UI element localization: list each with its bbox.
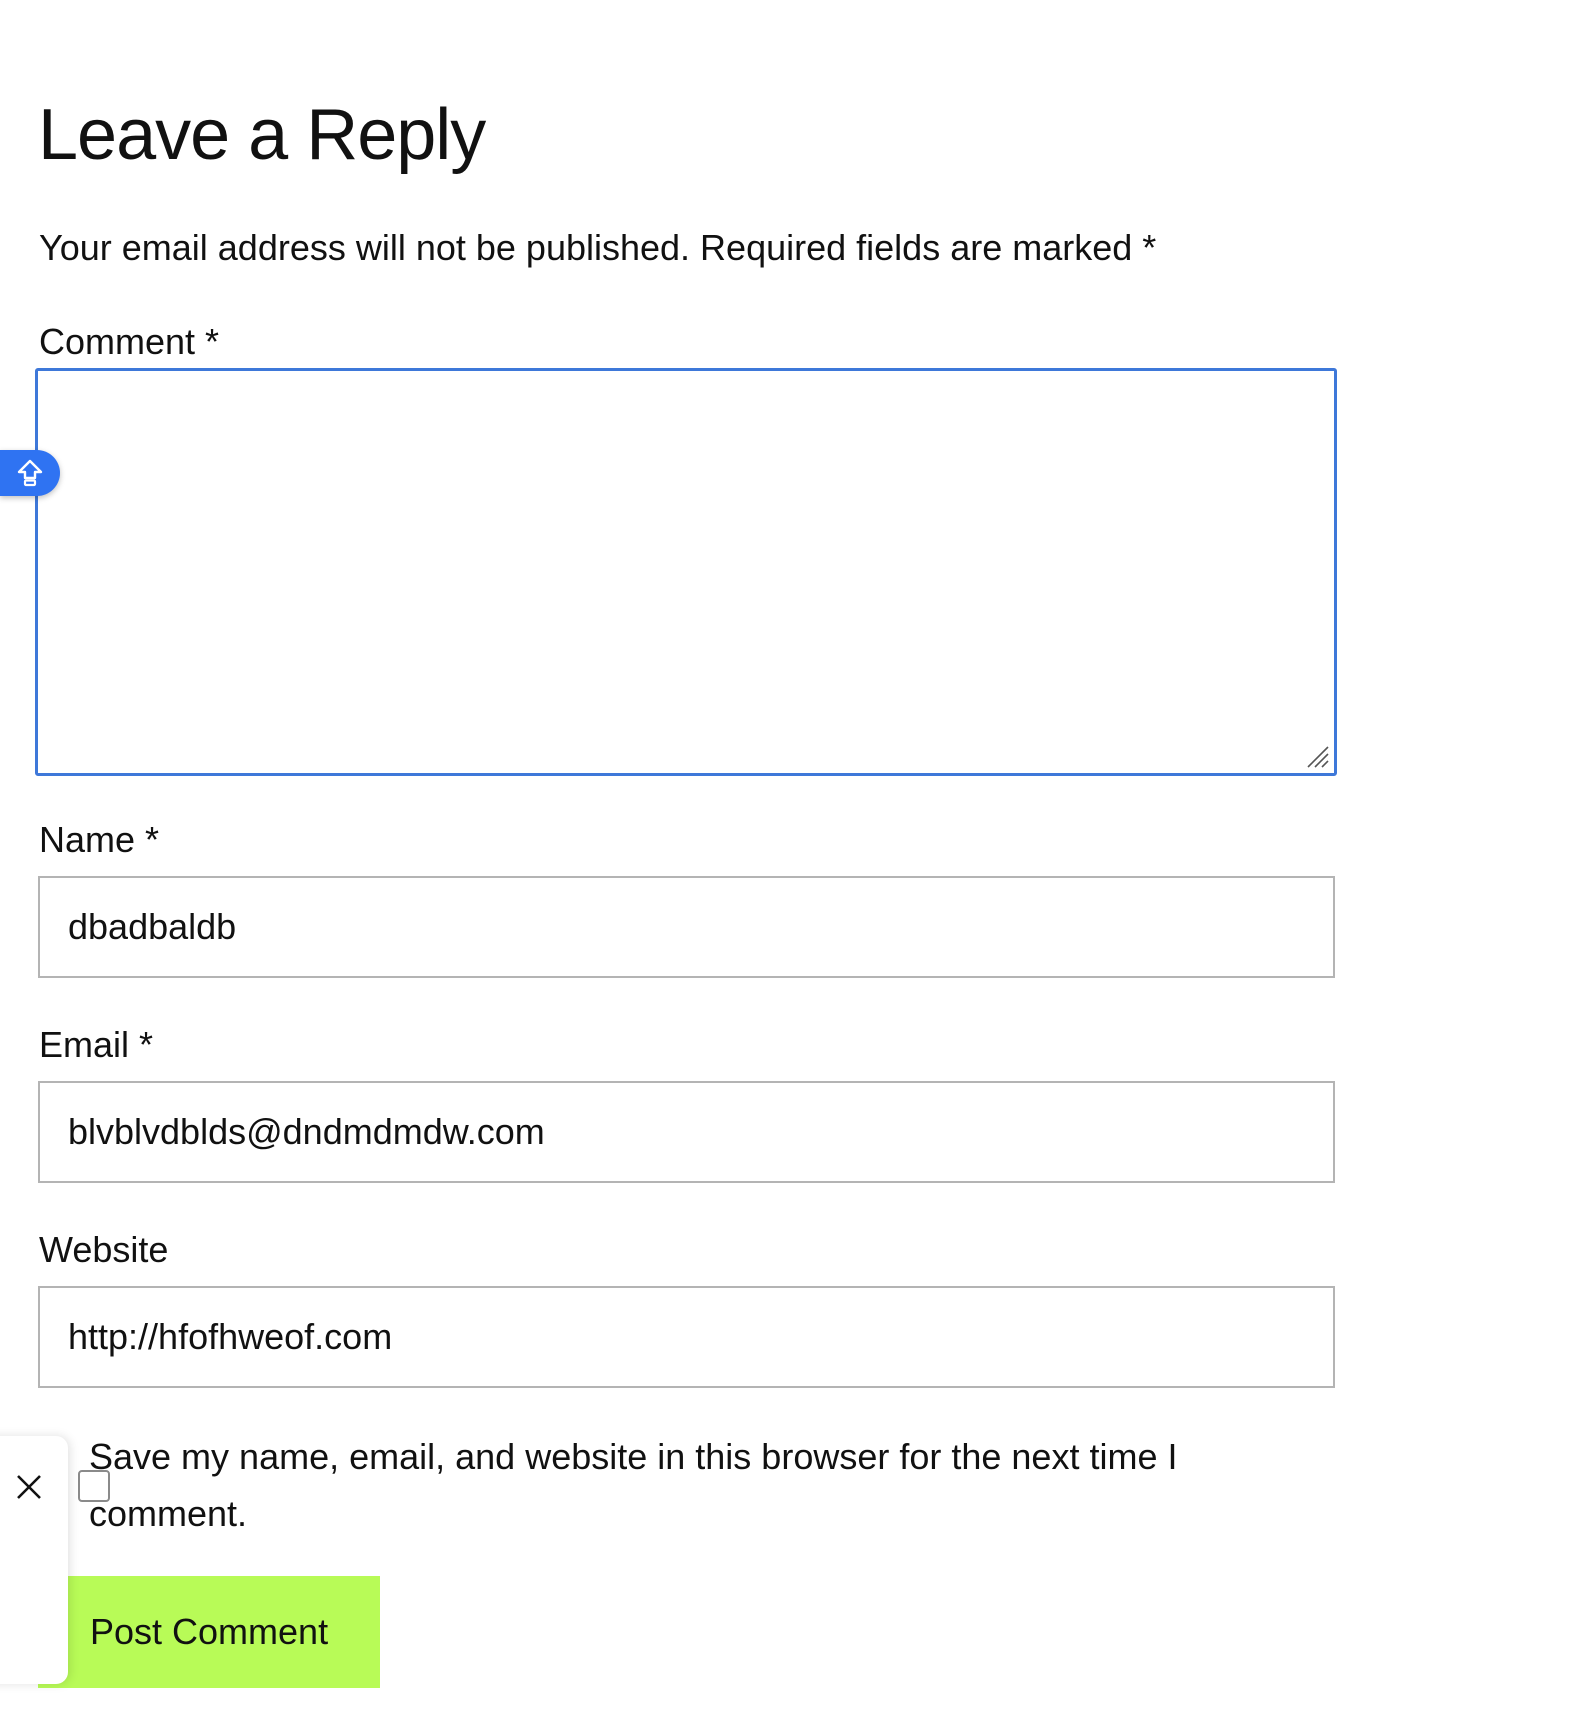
name-field[interactable] — [40, 878, 1333, 976]
website-label: Website — [39, 1229, 169, 1270]
website-field-wrapper — [38, 1286, 1335, 1388]
name-label: Name * — [39, 819, 160, 860]
comment-notes: Your email address will not be published… — [39, 227, 1157, 268]
close-icon[interactable] — [14, 1472, 44, 1502]
email-field-wrapper — [38, 1081, 1335, 1183]
page-title: Leave a Reply — [38, 95, 486, 175]
upload-arrow-icon — [17, 459, 43, 487]
email-field[interactable] — [40, 1083, 1333, 1181]
post-comment-button[interactable]: Post Comment — [38, 1576, 380, 1688]
side-popup-panel — [0, 1436, 68, 1684]
email-label: Email * — [39, 1024, 154, 1065]
resize-grip-icon[interactable] — [1304, 743, 1330, 769]
comment-label: Comment * — [39, 321, 220, 362]
website-field[interactable] — [40, 1288, 1333, 1386]
extension-bubble[interactable] — [0, 450, 60, 496]
name-field-wrapper — [38, 876, 1335, 978]
comment-textarea-wrapper — [35, 368, 1337, 776]
comment-textarea[interactable] — [38, 371, 1334, 773]
consent-label: Save my name, email, and website in this… — [89, 1436, 1178, 1534]
